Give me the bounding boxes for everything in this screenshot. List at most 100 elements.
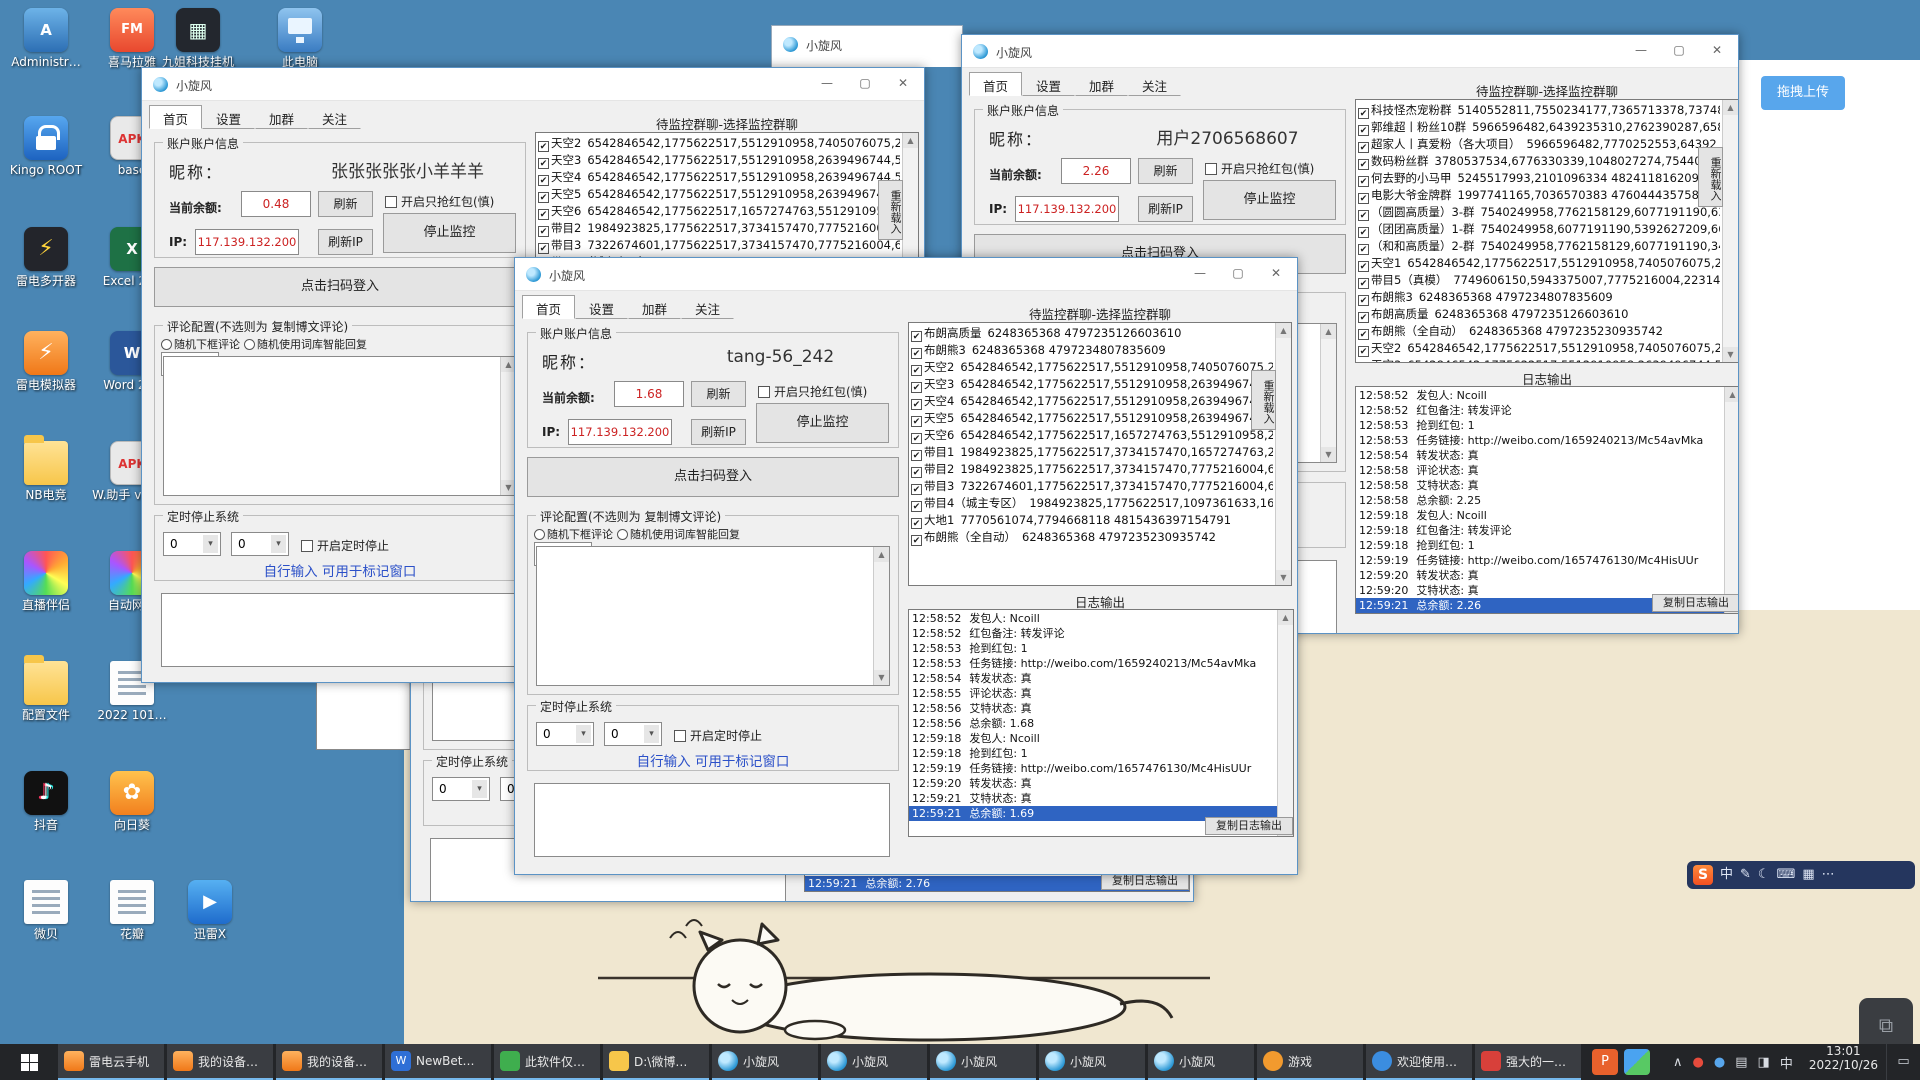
taskbar-app-button[interactable]: 小旋风	[712, 1044, 818, 1080]
list-scrollbar[interactable]: ▲▼	[1275, 323, 1291, 585]
log-output[interactable]: 12:58:52发包人: Ncoill 12:58:52红包备注: 转发评论 12:…	[908, 609, 1294, 837]
group-list[interactable]: ✔ 布朗高质量 6248365368 4797235126603610 ✔ 布朗熊3 62…	[908, 322, 1292, 586]
checkbox-box[interactable]	[301, 540, 313, 552]
drag-upload-button[interactable]: 拖拽上传	[1761, 76, 1845, 110]
reload-button[interactable]: 重新载入	[878, 180, 903, 240]
ip-field[interactable]: 117.139.132.200	[1015, 196, 1119, 222]
mark-input[interactable]	[161, 593, 517, 667]
ime-keyboard-icon[interactable]: ⌨	[1777, 865, 1796, 885]
group-list[interactable]: ✔ 科技怪杰宠粉群 5140552811,7550234177,7365713378…	[1355, 99, 1738, 363]
timer-minute-select[interactable]: 0▾	[231, 532, 289, 556]
group-list-row[interactable]: ✔ 郭维超丨粉丝10群 5966596482,6439235310,27623902…	[1358, 119, 1720, 136]
ime-pen-icon[interactable]: ✎	[1740, 865, 1751, 885]
timer-hour-select[interactable]: 0▾	[536, 722, 594, 746]
taskbar-small-button[interactable]	[1624, 1049, 1650, 1075]
stop-monitor-button[interactable]: 停止监控	[383, 213, 516, 253]
group-list-row[interactable]: ✔ 天空4 6542846542,1775622517,5512910958,263…	[538, 169, 900, 186]
group-list-row[interactable]: ✔ 超家人丨真爱粉（各大项目） 5966596482,7770252553,6439…	[1358, 136, 1720, 153]
group-list-row[interactable]: ✔ 数码粉丝群 3780537534,6776330339,1048027274,7…	[1358, 153, 1720, 170]
copy-log-button[interactable]: 复制日志输出	[1205, 817, 1293, 835]
taskbar-app-button[interactable]: D:\微博…	[603, 1044, 709, 1080]
tab[interactable]: 首页	[149, 105, 203, 129]
desktop-icon[interactable]: ⚡ 雷电多开器	[6, 227, 86, 288]
titlebar[interactable]: 小旋风 — ▢ ✕	[142, 68, 924, 101]
mark-window-hint[interactable]: 自行输入 可用于标记窗口	[155, 560, 525, 580]
group-list-row[interactable]: ✔ 布朗熊（全自动） 6248365368 4797235230935742	[911, 529, 1273, 546]
textarea-scrollbar[interactable]: ▲▼	[873, 547, 889, 685]
desktop-icon[interactable]: 此电脑	[260, 8, 340, 69]
taskbar-app-button[interactable]: 小旋风	[1039, 1044, 1145, 1080]
ime-more-icon[interactable]: ⋯	[1822, 865, 1835, 885]
row-checkbox[interactable]: ✔	[911, 433, 922, 444]
tray-icon[interactable]: ◨	[1758, 1055, 1770, 1070]
tray-icon[interactable]: 中	[1780, 1053, 1793, 1072]
comment-textarea[interactable]: ▲▼	[536, 546, 890, 686]
row-checkbox[interactable]: ✔	[911, 348, 922, 359]
tab[interactable]: 设置	[1022, 72, 1076, 96]
row-checkbox[interactable]: ✔	[1358, 278, 1369, 289]
ip-field[interactable]: 117.139.132.200	[568, 419, 672, 445]
desktop-icon[interactable]: ▶ 迅雷X	[170, 880, 250, 941]
redpacket-checkbox[interactable]: 开启只抢红包(慎)	[758, 383, 867, 400]
tab[interactable]: 关注	[308, 105, 362, 129]
stop-monitor-button[interactable]: 停止监控	[1203, 180, 1336, 220]
taskbar-app-button[interactable]: 此软件仅…	[494, 1044, 600, 1080]
titlebar[interactable]: 小旋风 — ▢ ✕	[962, 35, 1738, 68]
sogou-logo-icon[interactable]: S	[1693, 865, 1713, 885]
minimize-button[interactable]: —	[1622, 35, 1660, 66]
group-list-row[interactable]: ✔ 天空6 6542846542,1775622517,1657274763,551…	[911, 427, 1273, 444]
group-list-row[interactable]: ✔ （和和高质量）2-群 7540249958,7762158129,6077191…	[1358, 238, 1720, 255]
group-list-row[interactable]: ✔ 带目3 7322674601,1775622517,3734157470,777…	[911, 478, 1273, 495]
timer-hour-select[interactable]: 0▾	[163, 532, 221, 556]
balance-field[interactable]: 0.48	[241, 191, 311, 217]
timer-checkbox[interactable]: 开启定时停止	[674, 727, 762, 744]
reload-button[interactable]: 重新载入	[1251, 370, 1276, 430]
tab[interactable]: 首页	[969, 72, 1023, 96]
group-list-row[interactable]: ✔ 天空2 6542846542,1775622517,5512910958,740…	[538, 135, 900, 152]
row-checkbox[interactable]: ✔	[538, 192, 549, 203]
redpacket-checkbox[interactable]: 开启只抢红包(慎)	[385, 193, 494, 210]
reload-button[interactable]: 重新载入	[1698, 147, 1723, 207]
list-scrollbar[interactable]: ▲▼	[1722, 100, 1738, 362]
row-checkbox[interactable]: ✔	[538, 175, 549, 186]
taskbar-app-button[interactable]: W NewBet…	[385, 1044, 491, 1080]
desktop-icon[interactable]: ♪ 抖音	[6, 771, 86, 832]
row-checkbox[interactable]: ✔	[1358, 346, 1369, 357]
row-checkbox[interactable]: ✔	[1358, 159, 1369, 170]
row-checkbox[interactable]: ✔	[538, 226, 549, 237]
comment-radio[interactable]: 随机使用词库智能回复	[244, 338, 367, 351]
checkbox-box[interactable]	[385, 196, 397, 208]
row-checkbox[interactable]: ✔	[911, 382, 922, 393]
notification-center-icon[interactable]: ▭	[1886, 1044, 1920, 1080]
timer-checkbox[interactable]: 开启定时停止	[301, 537, 389, 554]
taskbar-app-button[interactable]: 游戏	[1257, 1044, 1363, 1080]
ime-board-icon[interactable]: ▦	[1802, 865, 1814, 885]
row-checkbox[interactable]: ✔	[911, 416, 922, 427]
group-list-row[interactable]: ✔天空36542846542,1775622517,5512910958,263…	[911, 376, 1273, 393]
taskbar-app-button[interactable]: 我的设备…	[276, 1044, 382, 1080]
close-button[interactable]: ✕	[1257, 258, 1295, 289]
taskbar-app-button[interactable]: 小旋风	[1148, 1044, 1254, 1080]
sogou-input-bar[interactable]: S 中 ✎ ☾ ⌨ ▦ ⋯	[1687, 861, 1915, 889]
titlebar[interactable]: 小旋风 — ▢ ✕	[515, 258, 1297, 291]
desktop-icon[interactable]: 花瓣	[92, 880, 172, 941]
desktop-icon[interactable]: ⚡ 雷电模拟器	[6, 331, 86, 392]
log-output[interactable]: 12:58:52发包人: Ncoill 12:58:52红包备注: 转发评论 12:…	[1355, 386, 1738, 614]
mark-window-hint[interactable]: 自行输入 可用于标记窗口	[528, 750, 898, 770]
taskbar-app-button[interactable]: 我的设备…	[167, 1044, 273, 1080]
row-checkbox[interactable]: ✔	[911, 518, 922, 529]
group-list-row[interactable]: ✔带目4（城主专区）1984923825,1775622517,10973616…	[911, 495, 1273, 512]
ip-field[interactable]: 117.139.132.200	[195, 229, 299, 255]
group-list-row[interactable]: ✔ 天空5 6542846542,1775622517,5512910958,263…	[538, 186, 900, 203]
desktop-icon[interactable]: A Administr…	[6, 8, 86, 69]
refresh-button[interactable]: 刷新	[318, 191, 373, 217]
tab[interactable]: 设置	[575, 295, 629, 319]
group-list-row[interactable]: ✔ 带目2 1984923825,1775622517,3734157470,777…	[911, 461, 1273, 478]
desktop-icon[interactable]: 配置文件	[6, 655, 86, 722]
group-list-row[interactable]: ✔ 何去野的小马甲 5245517993,2101096334 4824118162…	[1358, 170, 1720, 187]
stop-monitor-button[interactable]: 停止监控	[756, 403, 889, 443]
start-button[interactable]	[0, 1044, 58, 1080]
group-list-row[interactable]: ✔ 大地1 7770561074,7794668118 48154363971547…	[911, 512, 1273, 529]
row-checkbox[interactable]: ✔	[911, 484, 922, 495]
comment-radio[interactable]: 随机下框评论	[161, 338, 240, 351]
